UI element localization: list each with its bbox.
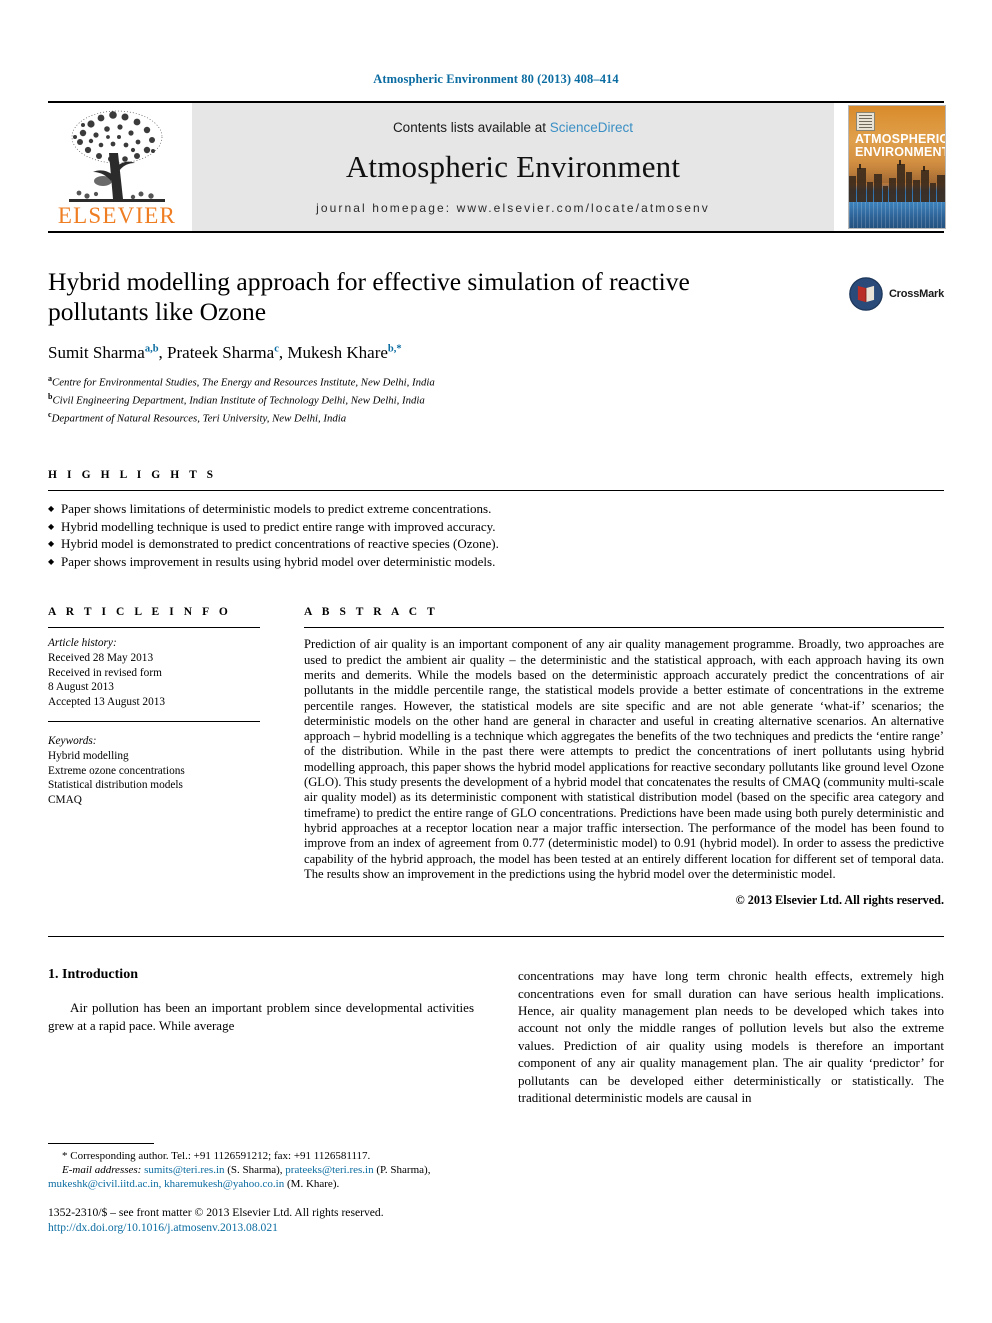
keyword-item: Hybrid modelling — [48, 749, 129, 762]
corresponding-author-footnote: * Corresponding author. Tel.: +91 112659… — [48, 1143, 472, 1192]
footnote-email-label: E-mail addresses: — [62, 1164, 142, 1177]
footnote-email-line: E-mail addresses: sumits@teri.res.in (S.… — [48, 1163, 472, 1191]
section-heading-introduction: 1. Introduction — [48, 967, 138, 983]
article-info-body: Article history: Received 28 May 2013 Re… — [48, 628, 260, 807]
running-head: Atmospheric Environment 80 (2013) 408–41… — [373, 72, 619, 86]
highlight-item: Hybrid model is demonstrated to predict … — [48, 535, 944, 553]
highlight-item: Hybrid modelling technique is used to pr… — [48, 518, 944, 536]
elsevier-wordmark: ELSEVIER — [57, 203, 177, 228]
footnote-email-owner: (S. Sharma), — [227, 1164, 283, 1177]
keyword-item: Extreme ozone concentrations — [48, 764, 185, 777]
journal-cover-badge-icon — [856, 112, 875, 131]
imprint-issn-line: 1352-2310/$ – see front matter © 2013 El… — [48, 1206, 384, 1219]
elsevier-tree-icon — [69, 110, 165, 202]
highlight-item: Paper shows improvement in results using… — [48, 553, 944, 571]
keyword-item: CMAQ — [48, 793, 82, 806]
body-column-right: concentrations may have long term chroni… — [518, 967, 944, 1106]
doi-link[interactable]: http://dx.doi.org/10.1016/j.atmosenv.201… — [48, 1220, 548, 1235]
affiliation-item: cDepartment of Natural Resources, Teri U… — [48, 408, 944, 426]
body-column-left: 1. Introduction Air pollution has been a… — [48, 967, 474, 1106]
email-link-prateeks[interactable]: prateeks@teri.res.in — [285, 1164, 373, 1176]
body-paragraph: concentrations may have long term chroni… — [518, 968, 944, 1105]
highlights-list: Paper shows limitations of deterministic… — [48, 491, 944, 570]
keywords-heading: Keywords: — [48, 735, 97, 748]
article-info-section: A R T I C L E I N F O Article history: R… — [48, 606, 284, 807]
body-paragraph: Air pollution has been an important prob… — [48, 1000, 474, 1033]
abstract-copyright: © 2013 Elsevier Ltd. All rights reserved… — [735, 893, 944, 908]
author-name: Sumit Sharma — [48, 343, 145, 362]
email-link-kharemukesh[interactable]: kharemukesh@yahoo.co.in — [164, 1178, 284, 1190]
journal-title: Atmospheric Environment — [345, 148, 681, 184]
affiliation-list: aCentre for Environmental Studies, The E… — [48, 372, 944, 425]
article-history-line: Received in revised form — [48, 666, 162, 679]
abstract-label: A B S T R A C T — [304, 606, 439, 619]
abstract-section: A B S T R A C T Prediction of air qualit… — [284, 606, 944, 908]
masthead-bottom-rule — [48, 231, 944, 233]
affiliation-text: Centre for Environmental Studies, The En… — [52, 376, 435, 389]
journal-cover-image: ATMOSPHERIC ENVIRONMENT — [848, 105, 946, 229]
abstract-text: Prediction of air quality is an importan… — [304, 637, 944, 881]
footnote-email-owner: (M. Khare). — [287, 1178, 340, 1191]
article-info-label: A R T I C L E I N F O — [48, 606, 232, 619]
email-link-sumits[interactable]: sumits@teri.res.in — [144, 1164, 224, 1176]
masthead-center-panel: Contents lists available at ScienceDirec… — [192, 103, 834, 231]
author-name: Prateek Sharma — [167, 343, 275, 362]
email-link-mukeshk[interactable]: mukeshk@civil.iitd.ac.in, — [48, 1178, 161, 1190]
crossmark-badge[interactable]: CrossMark — [848, 271, 944, 317]
footnote-corresponding-line: * Corresponding author. Tel.: +91 112659… — [48, 1149, 472, 1163]
journal-cover-water — [849, 202, 945, 228]
highlight-item: Paper shows limitations of deterministic… — [48, 500, 944, 518]
highlights-section: H I G H L I G H T S Paper shows limitati… — [48, 469, 944, 570]
affiliation-text: Civil Engineering Department, Indian Ins… — [52, 394, 425, 407]
contents-available-line: Contents lists available at ScienceDirec… — [393, 120, 633, 135]
affiliation-item: bCivil Engineering Department, Indian In… — [48, 390, 944, 408]
article-history-line: 8 August 2013 — [48, 681, 114, 694]
journal-homepage-link[interactable]: journal homepage: www.elsevier.com/locat… — [316, 201, 710, 215]
article-history-line: Accepted 13 August 2013 — [48, 695, 166, 708]
author-list: Sumit Sharmaa,b, Prateek Sharmac, Mukesh… — [48, 343, 944, 363]
affiliation-text: Department of Natural Resources, Teri Un… — [51, 412, 347, 425]
body-columns: 1. Introduction Air pollution has been a… — [48, 967, 944, 1106]
footnote-email-owner: (P. Sharma), — [376, 1164, 431, 1177]
crossmark-icon — [849, 277, 883, 311]
keywords-group: Keywords: Hybrid modelling Extreme ozone… — [48, 734, 260, 807]
author-affiliation-marks: a,b — [144, 343, 159, 355]
author-affiliation-marks: b,* — [387, 343, 402, 355]
author-separator: , — [158, 343, 168, 362]
paper-page: Atmospheric Environment 80 (2013) 408–41… — [0, 0, 992, 1323]
imprint-block: 1352-2310/$ – see front matter © 2013 El… — [48, 1205, 548, 1235]
info-abstract-row: A R T I C L E I N F O Article history: R… — [48, 606, 944, 908]
crossmark-label: CrossMark — [888, 288, 944, 300]
article-history-heading: Article history: — [48, 637, 117, 650]
article-history-line: Received 28 May 2013 — [48, 651, 154, 664]
highlights-label: H I G H L I G H T S — [48, 469, 217, 482]
sciencedirect-link[interactable]: ScienceDirect — [550, 120, 633, 135]
footnote-rule — [48, 1143, 154, 1144]
journal-cover-title-line1: ATMOSPHERIC — [855, 132, 946, 146]
journal-cover-skyline-icon — [849, 160, 945, 202]
body-top-rule — [48, 936, 944, 938]
journal-masthead: ELSEVIER Contents lists available at Sci… — [48, 103, 946, 231]
keyword-item: Statistical distribution models — [48, 779, 183, 792]
page-title: Hybrid modelling approach for effective … — [48, 267, 690, 326]
article-info-separator — [48, 721, 260, 723]
footnote-corresponding-text: * Corresponding author. Tel.: +91 112659… — [62, 1150, 371, 1162]
elsevier-logo: ELSEVIER — [48, 103, 186, 231]
author-name: Mukesh Khare — [287, 343, 388, 362]
affiliation-item: aCentre for Environmental Studies, The E… — [48, 372, 944, 390]
contents-prefix: Contents lists available at — [392, 119, 550, 135]
journal-cover-thumbnail: ATMOSPHERIC ENVIRONMENT — [840, 103, 946, 231]
title-block: Hybrid modelling approach for effective … — [48, 267, 944, 425]
